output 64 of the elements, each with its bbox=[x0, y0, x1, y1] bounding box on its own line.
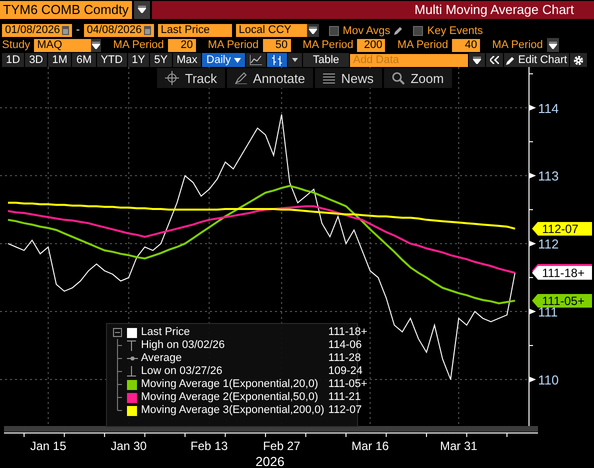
start-date-field[interactable]: 01/08/2026 bbox=[2, 24, 72, 37]
axis-label: Feb 13 bbox=[190, 439, 228, 453]
legend-value: 114-06 bbox=[327, 339, 363, 352]
ma-period-label: MA Period bbox=[113, 39, 164, 51]
ma-period-field[interactable]: 40 bbox=[452, 38, 480, 52]
range-button[interactable]: Max bbox=[172, 53, 202, 67]
chart-tool-button[interactable]: Track bbox=[157, 68, 226, 88]
end-date-field[interactable]: 04/08/2026 bbox=[84, 24, 154, 37]
table-button[interactable]: Table bbox=[302, 53, 350, 67]
legend-value: 112-07 bbox=[327, 404, 363, 417]
ma-period-label: MA Period bbox=[208, 39, 259, 51]
legend-label: Low on 03/27/26 bbox=[141, 365, 224, 378]
axis-label: Jan 15 bbox=[30, 439, 66, 453]
legend-label: Moving Average 1(Exponential,20,0) bbox=[141, 378, 320, 391]
checkbox-label: Mov Avgs bbox=[342, 24, 390, 36]
axis-label: Jan 30 bbox=[110, 439, 147, 453]
ma-period-label: MA Period bbox=[397, 39, 448, 51]
legend-label: High on 03/02/26 bbox=[141, 339, 226, 352]
date-separator: - bbox=[76, 24, 80, 37]
ma-period-field[interactable]: 20 bbox=[168, 38, 196, 52]
ma-period-label: MA Period bbox=[492, 39, 543, 51]
edit-chart-button[interactable]: Edit Chart bbox=[504, 53, 570, 67]
ma-period-field[interactable]: 50 bbox=[262, 38, 291, 52]
price-tag: 111-18+ bbox=[532, 266, 592, 280]
axis-label: Mar 16 bbox=[351, 439, 389, 453]
axis-label: 110 bbox=[538, 372, 559, 388]
range-button[interactable]: 3D bbox=[25, 53, 48, 67]
range-button[interactable]: 5Y bbox=[150, 53, 172, 67]
add-data-field[interactable]: Add Data bbox=[350, 54, 468, 66]
ma-period-label: MA Period bbox=[302, 39, 354, 51]
legend-value: 111-28 bbox=[327, 352, 362, 365]
price-tag: 112-07 bbox=[532, 222, 592, 236]
legend-label: Average bbox=[141, 352, 183, 365]
range-button[interactable]: 1D bbox=[2, 53, 24, 67]
ma-period-field[interactable]: 200 bbox=[357, 38, 386, 52]
axis-label: Feb 27 bbox=[262, 439, 300, 453]
axis-label: Mar 31 bbox=[440, 439, 478, 453]
chart-tool-button[interactable]: Annotate bbox=[227, 68, 314, 88]
range-button[interactable]: 6M bbox=[72, 53, 96, 67]
price-field[interactable]: Last Price bbox=[158, 24, 232, 37]
interval-dropdown[interactable]: Daily bbox=[202, 53, 245, 67]
security-field[interactable]: TYM6 COMB Comdty bbox=[0, 0, 132, 18]
currency-dropdown[interactable]: Local CCY bbox=[236, 24, 319, 37]
legend-label: Moving Average 2(Exponential,50,0) bbox=[141, 391, 320, 404]
legend-label: Last Price bbox=[141, 326, 191, 339]
study-dropdown[interactable]: MAQ bbox=[34, 38, 102, 52]
legend-label: Moving Average 3(Exponential,200,0) bbox=[141, 404, 324, 417]
legend-value: 111-05+ bbox=[327, 378, 368, 391]
chart-tool-button[interactable]: News bbox=[315, 68, 382, 88]
axis-label: 114 bbox=[538, 100, 559, 116]
range-button[interactable]: YTD bbox=[96, 53, 127, 67]
checkbox-label: Key Events bbox=[427, 24, 483, 36]
legend-value: 109-24 bbox=[327, 365, 364, 378]
axis-label: 112 bbox=[538, 236, 559, 252]
axis-title: 2026 bbox=[256, 454, 284, 468]
legend-value: 111-21 bbox=[327, 391, 362, 404]
window-title: Multi Moving Average Chart bbox=[152, 0, 594, 18]
axis-label: 113 bbox=[538, 168, 559, 184]
price-tag: 111-05+ bbox=[532, 294, 592, 308]
chart-tool-button[interactable]: Zoom bbox=[384, 68, 452, 88]
range-button[interactable]: 1M bbox=[48, 53, 72, 67]
legend-value: 111-18+ bbox=[327, 326, 368, 339]
range-button[interactable]: 1Y bbox=[128, 53, 150, 67]
study-label: Study bbox=[2, 39, 30, 51]
